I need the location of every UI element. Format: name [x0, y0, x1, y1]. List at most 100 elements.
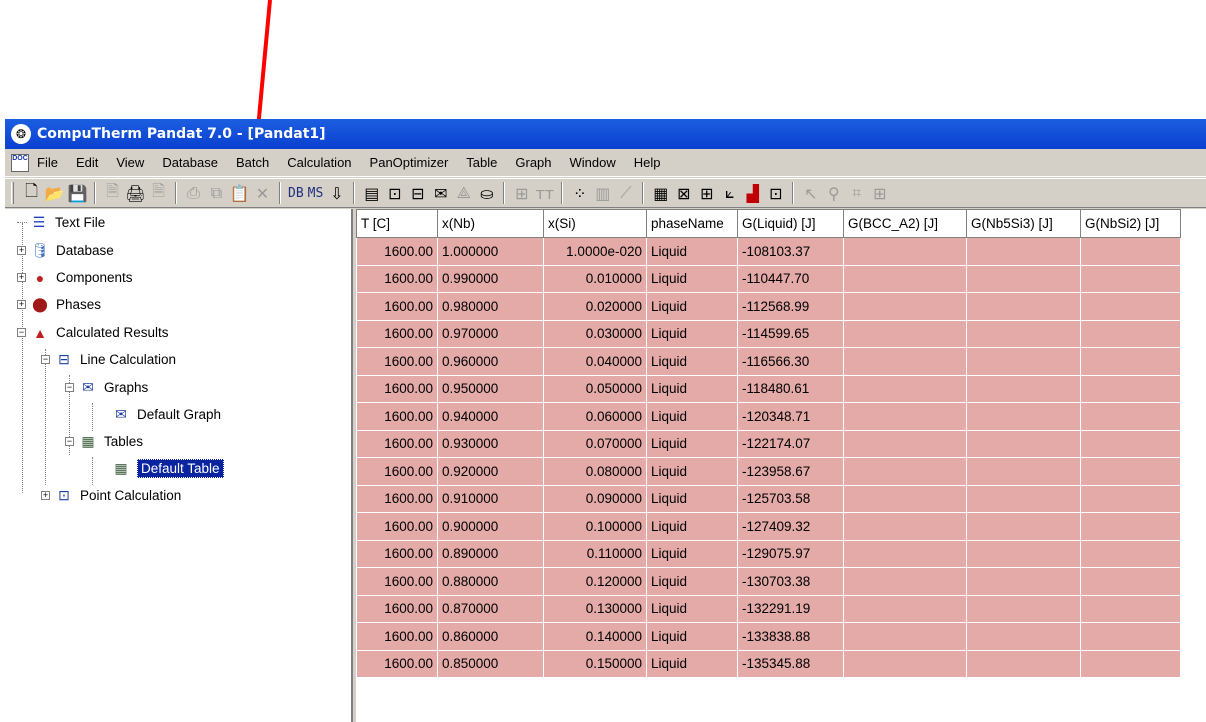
table-cell[interactable]: 0.040000 [543, 347, 647, 376]
column-header-phase-name[interactable]: phaseName [646, 209, 738, 238]
table-cell[interactable]: -125703.58 [737, 485, 844, 513]
tree-item-text-file[interactable]: ☰ Text File [17, 209, 105, 236]
pandat-app-icon[interactable]: ❂ [11, 124, 31, 144]
line-calculation-icon[interactable]: ⊟ [406, 182, 429, 205]
collapse-icon[interactable]: − [17, 328, 26, 337]
table-cell[interactable] [843, 485, 967, 513]
delete-icon[interactable]: ✕ [251, 182, 274, 205]
table-cell[interactable] [1080, 430, 1181, 458]
paste-icon[interactable]: 📋 [228, 182, 251, 205]
document-menu-icon[interactable]: DOC [11, 153, 29, 172]
table-cell[interactable]: 1600.00 [356, 540, 438, 568]
column-header-x-si[interactable]: x(Si) [543, 209, 647, 238]
font-size-icon[interactable]: ᴛᴛ [533, 182, 556, 205]
table-cell[interactable]: 0.100000 [543, 512, 647, 541]
table-cell[interactable] [966, 375, 1081, 403]
toolbar-grip[interactable] [11, 182, 14, 204]
tree-item-components[interactable]: + ● Components [17, 264, 133, 291]
table-cell[interactable]: 0.950000 [437, 375, 544, 403]
table-cell[interactable] [966, 540, 1081, 568]
table-cell[interactable]: 0.990000 [437, 265, 544, 293]
table-cell[interactable]: 1600.00 [356, 485, 438, 513]
print-icon[interactable]: ⎙ [182, 182, 205, 205]
table-cell[interactable]: 1600.00 [356, 650, 438, 678]
table-cell[interactable]: Liquid [646, 237, 738, 266]
ms-button[interactable]: MS [306, 182, 326, 205]
table-cell[interactable]: -110447.70 [737, 265, 844, 293]
table-row[interactable]: 1600.00 1.000000 1.0000e-020 Liquid -108103.… [356, 237, 1181, 266]
table-cell[interactable] [1080, 485, 1181, 513]
table-cell[interactable] [843, 347, 967, 376]
table-cell[interactable] [1080, 650, 1181, 678]
grid-icon[interactable]: ⊞ [510, 182, 533, 205]
table-row[interactable]: 1600.00 0.910000 0.090000 Liquid -125703.58 [356, 485, 1181, 513]
table-cell[interactable]: 0.060000 [543, 402, 647, 431]
menu-database[interactable]: Database [162, 155, 218, 170]
table-cell[interactable]: -118480.61 [737, 375, 844, 403]
table-cell[interactable] [1080, 292, 1181, 321]
menu-calculation[interactable]: Calculation [287, 155, 351, 170]
copy-icon[interactable]: ⧉ [205, 182, 228, 205]
table-cell[interactable] [966, 622, 1081, 651]
table-cell[interactable]: Liquid [646, 292, 738, 321]
table-cell[interactable]: -122174.07 [737, 430, 844, 458]
table-cell[interactable]: -132291.19 [737, 595, 844, 623]
table-cell[interactable]: Liquid [646, 430, 738, 458]
table-cell[interactable] [843, 595, 967, 623]
table-row[interactable]: 1600.00 0.890000 0.110000 Liquid -129075.97 [356, 540, 1181, 568]
table-cell[interactable] [1080, 402, 1181, 431]
table-cell[interactable] [1080, 265, 1181, 293]
table-cell[interactable] [966, 320, 1081, 348]
table-cell[interactable]: -127409.32 [737, 512, 844, 541]
table-cell[interactable]: Liquid [646, 622, 738, 651]
page-setup-icon[interactable]: 🗎 [147, 181, 170, 205]
table-cell[interactable]: 0.960000 [437, 347, 544, 376]
table-cell[interactable] [966, 457, 1081, 486]
table-cell[interactable]: Liquid [646, 540, 738, 568]
sort-icon[interactable]: ⇩ [325, 182, 348, 205]
table-row[interactable]: 1600.00 0.860000 0.140000 Liquid -133838.88 [356, 622, 1181, 651]
collapse-icon[interactable]: − [65, 383, 74, 392]
collapse-icon[interactable]: − [41, 355, 50, 364]
zoom-icon[interactable]: ⊞ [868, 182, 891, 205]
tree-item-line-calculation[interactable]: − ⊟ Line Calculation [41, 346, 176, 373]
table-select-icon[interactable]: ⊞ [695, 182, 718, 205]
table-cell[interactable]: 0.070000 [543, 430, 647, 458]
table-cell[interactable]: 1600.00 [356, 320, 438, 348]
table-row[interactable]: 1600.00 0.980000 0.020000 Liquid -112568.99 [356, 292, 1181, 321]
tree-item-phases[interactable]: + ⬤ Phases [17, 291, 101, 318]
table-cell[interactable]: Liquid [646, 457, 738, 486]
expand-icon[interactable]: + [17, 300, 26, 309]
calculator-icon[interactable]: ▦ [649, 182, 672, 205]
table-view-icon[interactable]: ▤ [360, 182, 383, 205]
table-cell[interactable]: Liquid [646, 347, 738, 376]
table-row[interactable]: 1600.00 0.900000 0.100000 Liquid -127409.32 [356, 512, 1181, 541]
new-file-icon[interactable]: 🗋 [20, 181, 43, 205]
menu-edit[interactable]: Edit [76, 155, 98, 170]
table-cell[interactable]: Liquid [646, 512, 738, 541]
expand-icon[interactable]: + [17, 273, 26, 282]
collapse-icon[interactable]: − [65, 437, 74, 446]
table-cell[interactable] [966, 430, 1081, 458]
table-cell[interactable]: 1600.00 [356, 430, 438, 458]
table-cell[interactable]: Liquid [646, 595, 738, 623]
expand-icon[interactable]: + [41, 491, 50, 500]
table-cell[interactable] [1080, 540, 1181, 568]
table-cell[interactable] [843, 375, 967, 403]
table-row[interactable]: 1600.00 0.930000 0.070000 Liquid -122174.07 [356, 430, 1181, 458]
column-header-g-nb5si3[interactable]: G(Nb5Si3) [J] [966, 209, 1081, 238]
tree-item-calculated-results[interactable]: − ▲ Calculated Results [17, 319, 169, 346]
table-cell[interactable] [966, 595, 1081, 623]
table-cell[interactable] [966, 292, 1081, 321]
table-cell[interactable] [1080, 512, 1181, 541]
table-cell[interactable]: 1600.00 [356, 622, 438, 651]
table-cell[interactable] [1080, 595, 1181, 623]
pointer-icon[interactable]: ↖ [799, 182, 822, 205]
menu-window[interactable]: Window [570, 155, 616, 170]
table-cell[interactable]: -114599.65 [737, 320, 844, 348]
table-cell[interactable] [843, 540, 967, 568]
table-cell[interactable]: 0.910000 [437, 485, 544, 513]
table-cell[interactable] [966, 237, 1081, 266]
table-cell[interactable]: -108103.37 [737, 237, 844, 266]
column-header-g-liquid[interactable]: G(Liquid) [J] [737, 209, 844, 238]
